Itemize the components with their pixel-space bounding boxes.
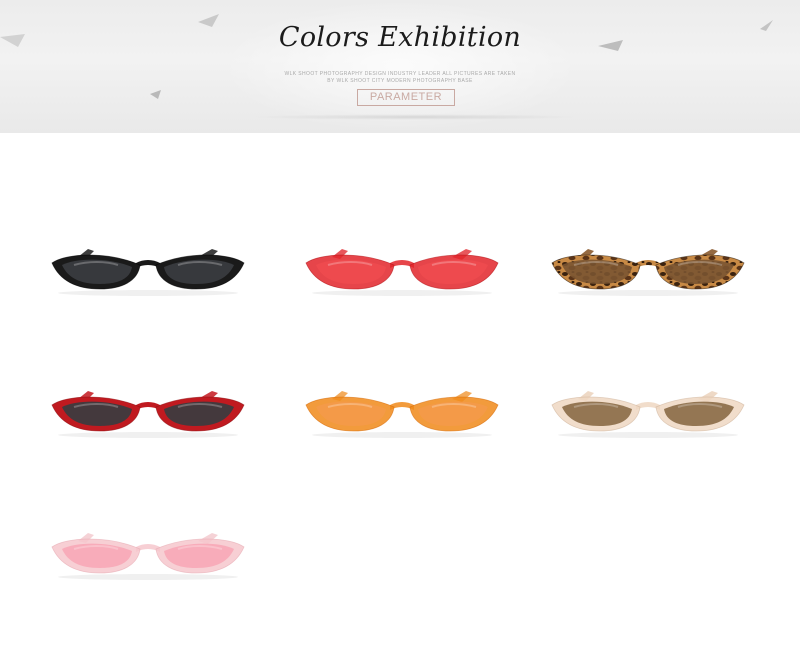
- sunglasses-illustration: [51, 391, 245, 438]
- sunglasses-leopard: [548, 241, 748, 301]
- sunglasses-illustration: [551, 391, 745, 438]
- sunglasses-wine: [48, 383, 248, 443]
- sunglasses-black: [48, 241, 248, 301]
- sunglasses-pink: [48, 525, 248, 585]
- sunglasses-illustration: [51, 249, 245, 296]
- sunglasses-red: [302, 241, 502, 301]
- banner-shadow: [250, 114, 580, 120]
- sunglasses-illustration: [551, 249, 745, 296]
- section-title: Colors Exhibition: [278, 22, 522, 53]
- sunglasses-illustration: [51, 533, 245, 580]
- sunglasses-clear: [548, 383, 748, 443]
- colors-exhibition-banner: Colors Exhibition WLK SHOOT PHOTOGRAPHY …: [0, 0, 800, 133]
- sunglasses-orange: [302, 383, 502, 443]
- paper-shard-decoration: [150, 90, 161, 99]
- parameter-label: PARAMETER: [357, 89, 455, 106]
- section-subtitle-line-1: WLK SHOOT PHOTOGRAPHY DESIGN INDUSTRY LE…: [284, 71, 516, 77]
- product-colors-page: Colors Exhibition WLK SHOOT PHOTOGRAPHY …: [0, 0, 800, 645]
- sunglasses-illustration: [305, 391, 499, 438]
- section-subtitle-line-2: BY WLK SHOOT CITY MODERN PHOTOGRAPHY BAS…: [327, 78, 473, 84]
- sunglasses-illustration: [305, 249, 499, 296]
